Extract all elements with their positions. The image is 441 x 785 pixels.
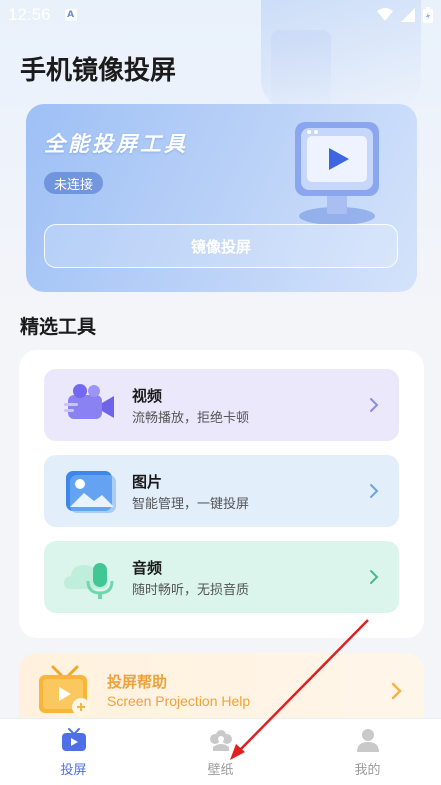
tool-description: 随时畅听，无损音质 xyxy=(132,583,250,598)
tool-description: 流畅播放，拒绝卡顿 xyxy=(132,411,250,426)
image-icon xyxy=(66,471,116,513)
chevron-right-icon xyxy=(370,570,379,584)
flower-icon xyxy=(209,730,232,751)
tab-cast[interactable]: 投屏 xyxy=(0,719,147,785)
background-decoration xyxy=(271,30,331,110)
tool-description: 智能管理，一键投屏 xyxy=(132,497,250,512)
tab-wallpaper[interactable]: 壁纸 xyxy=(147,719,294,785)
microphone-icon xyxy=(64,563,114,599)
monitor-play-icon xyxy=(295,122,379,225)
hero-card: 全能投屏工具 未连接 镜像投屏 xyxy=(26,104,417,292)
hero-title: 全能投屏工具 xyxy=(44,132,188,156)
tool-audio[interactable]: 音频 随时畅听，无损音质 xyxy=(44,541,399,613)
help-title: 投屏帮助 xyxy=(107,673,168,691)
help-card[interactable]: 投屏帮助 Screen Projection Help xyxy=(19,653,424,728)
battery-icon xyxy=(423,7,433,23)
chevron-right-icon xyxy=(370,484,379,498)
status-icons xyxy=(377,7,433,23)
section-title: 精选工具 xyxy=(20,316,97,338)
tab-label: 壁纸 xyxy=(207,763,234,778)
connection-status-badge: 未连接 xyxy=(44,172,104,194)
page-title: 手机镜像投屏 xyxy=(20,56,177,86)
mirror-cast-button[interactable]: 镜像投屏 xyxy=(44,224,398,268)
notification-badge: A xyxy=(64,9,77,21)
status-time: 12:56 xyxy=(8,5,51,24)
chevron-right-icon xyxy=(370,398,379,412)
help-subtitle: Screen Projection Help xyxy=(107,693,251,709)
bottom-tab-bar: 投屏 壁纸 我的 xyxy=(0,718,441,785)
video-camera-icon xyxy=(64,384,114,419)
tab-label: 我的 xyxy=(354,763,381,778)
signal-icon xyxy=(401,8,415,22)
tv-icon xyxy=(61,728,86,751)
chevron-right-icon xyxy=(391,682,402,700)
tab-label: 投屏 xyxy=(60,763,87,778)
tool-name: 图片 xyxy=(132,473,163,491)
tv-help-icon xyxy=(39,665,90,716)
user-icon xyxy=(356,729,379,752)
wifi-icon xyxy=(377,8,393,21)
tool-name: 视频 xyxy=(132,387,163,405)
status-bar: 12:56 A xyxy=(0,0,441,30)
tools-card: 视频 流畅播放，拒绝卡顿 图片 智能管理，一键投屏 音频 随时畅听，无损音质 xyxy=(19,350,424,638)
tab-profile[interactable]: 我的 xyxy=(294,719,441,785)
tool-image[interactable]: 图片 智能管理，一键投屏 xyxy=(44,455,399,527)
tool-video[interactable]: 视频 流畅播放，拒绝卡顿 xyxy=(44,369,399,441)
tool-name: 音频 xyxy=(132,559,163,577)
